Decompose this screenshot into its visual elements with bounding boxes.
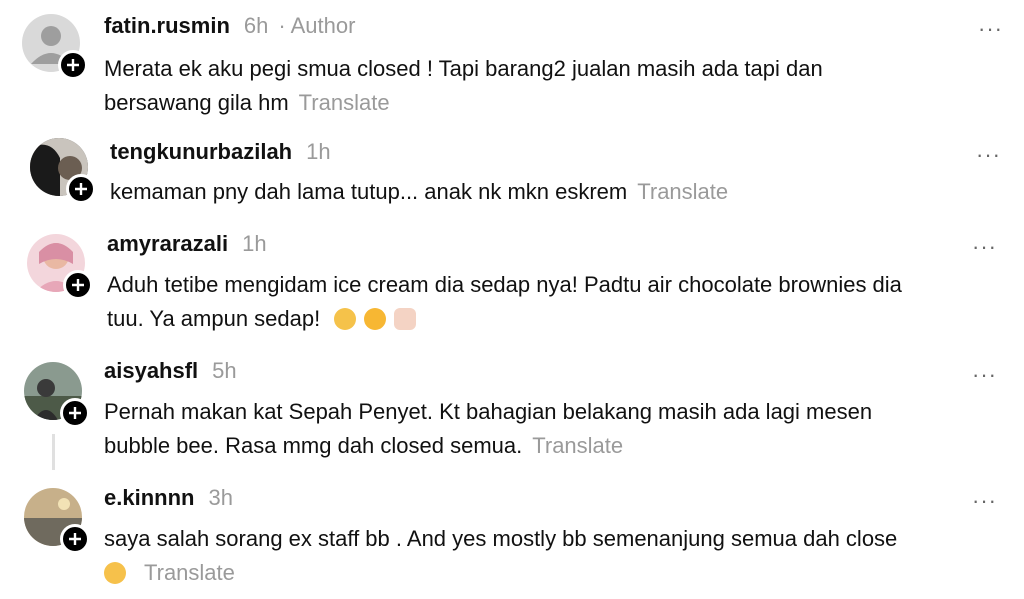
avatar[interactable] <box>24 362 90 428</box>
follow-plus-icon[interactable] <box>60 524 90 554</box>
avatar[interactable] <box>27 234 93 300</box>
comment-text: Merata ek aku pegi smua closed ! Tapi ba… <box>104 56 823 81</box>
timestamp: 5h <box>212 358 237 383</box>
avatar[interactable] <box>22 14 88 80</box>
timestamp: 3h <box>208 485 233 510</box>
smiling-face-emoji <box>104 562 126 584</box>
follow-plus-icon[interactable] <box>60 398 90 428</box>
follow-plus-icon[interactable] <box>63 270 93 300</box>
username[interactable]: aisyahsfl <box>104 358 198 384</box>
pleading-face-emoji <box>364 308 387 330</box>
username[interactable]: tengkunurbazilah <box>110 139 292 165</box>
username[interactable]: e.kinnnn <box>104 485 194 511</box>
more-options-icon[interactable]: ··· <box>972 364 997 386</box>
thread-connector <box>52 434 55 470</box>
timestamp: 6h <box>243 13 269 38</box>
comment-text: bersawang gila hm <box>104 90 289 115</box>
fist-emoji <box>394 308 417 330</box>
comment-text: bubble bee. Rasa mmg dah closed semua. <box>104 433 523 458</box>
more-options-icon[interactable]: ··· <box>976 144 1001 166</box>
timestamp: 1h <box>306 139 331 164</box>
comment-text: Pernah makan kat Sepah Penyet. Kt bahagi… <box>104 399 873 424</box>
translate-link[interactable]: Translate <box>532 433 623 458</box>
follow-plus-icon[interactable] <box>66 174 96 204</box>
comment-text: Aduh tetibe mengidam ice cream dia sedap… <box>107 272 902 297</box>
more-options-icon[interactable]: ··· <box>972 490 997 512</box>
timestamp: 1h <box>242 231 267 256</box>
username[interactable]: fatin.rusmin <box>104 13 230 39</box>
translate-link[interactable]: Translate <box>637 179 728 204</box>
more-options-icon[interactable]: ··· <box>972 236 997 258</box>
more-options-icon[interactable]: ··· <box>978 18 1003 40</box>
translate-link[interactable]: Translate <box>299 90 390 115</box>
translate-link[interactable]: Translate <box>144 560 235 585</box>
username[interactable]: amyrarazali <box>107 231 228 257</box>
follow-plus-icon[interactable] <box>58 50 88 80</box>
comment-text: saya salah sorang ex staff bb . And yes … <box>104 526 898 551</box>
avatar[interactable] <box>24 488 90 554</box>
crying-face-emoji <box>334 308 357 330</box>
comment-text: kemaman pny dah lama tutup... anak nk mk… <box>110 179 628 204</box>
avatar[interactable] <box>30 138 96 204</box>
comment-text: tuu. Ya ampun sedap! <box>107 306 321 331</box>
author-badge: · Author <box>278 13 356 38</box>
